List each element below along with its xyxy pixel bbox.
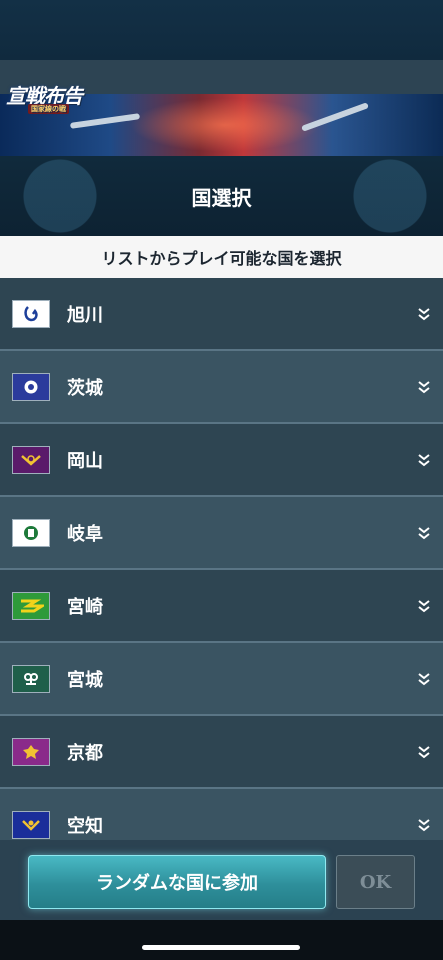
chevron-down-icon[interactable] bbox=[418, 599, 430, 613]
ibaraki-flag-icon bbox=[12, 372, 50, 401]
country-list[interactable]: 旭川 茨城 岡山 岐阜 宮崎 宮城 京都 空知 bbox=[0, 278, 443, 840]
game-logo: 宣戦布告 国家線の戦 bbox=[6, 80, 86, 114]
chevron-down-icon[interactable] bbox=[418, 818, 430, 832]
page-title: 国選択 bbox=[191, 185, 252, 210]
country-row-miyagi[interactable]: 宮城 bbox=[0, 643, 443, 716]
country-row-okayama[interactable]: 岡山 bbox=[0, 424, 443, 497]
home-indicator-area bbox=[0, 920, 443, 960]
country-row-gifu[interactable]: 岐阜 bbox=[0, 497, 443, 570]
chevron-down-icon[interactable] bbox=[418, 453, 430, 467]
gifu-flag-icon bbox=[12, 518, 50, 547]
status-bar bbox=[0, 0, 443, 60]
country-row-ibaraki[interactable]: 茨城 bbox=[0, 351, 443, 424]
kyoto-flag-icon bbox=[12, 737, 50, 766]
miyazaki-flag-icon bbox=[12, 591, 50, 620]
country-name: 旭川 bbox=[67, 304, 103, 326]
instruction-text: リストからプレイ可能な国を選択 bbox=[101, 249, 342, 268]
home-indicator[interactable] bbox=[142, 945, 300, 950]
country-row-miyazaki[interactable]: 宮崎 bbox=[0, 570, 443, 643]
random-join-button[interactable]: ランダムな国に参加 bbox=[28, 855, 326, 909]
asahikawa-flag-icon bbox=[12, 299, 50, 328]
country-name: 空知 bbox=[67, 815, 103, 837]
map-glow bbox=[130, 98, 320, 152]
sorachi-flag-icon bbox=[12, 810, 50, 839]
country-name: 京都 bbox=[67, 742, 103, 764]
country-name: 宮城 bbox=[67, 669, 103, 691]
chevron-down-icon[interactable] bbox=[418, 307, 430, 321]
title-area: 国選択 bbox=[0, 156, 443, 236]
logo-subtext: 国家線の戦 bbox=[28, 104, 69, 114]
instruction-bar: リストからプレイ可能な国を選択 bbox=[0, 236, 443, 278]
chevron-down-icon[interactable] bbox=[418, 380, 430, 394]
country-name: 岡山 bbox=[67, 450, 103, 472]
country-row-kyoto[interactable]: 京都 bbox=[0, 716, 443, 789]
miyagi-flag-icon bbox=[12, 664, 50, 693]
okayama-flag-icon bbox=[12, 445, 50, 474]
country-row-asahikawa[interactable]: 旭川 bbox=[0, 278, 443, 351]
ok-button[interactable]: OK bbox=[336, 855, 415, 909]
chevron-down-icon[interactable] bbox=[418, 745, 430, 759]
country-name: 茨城 bbox=[67, 377, 103, 399]
bottom-action-bar: ランダムな国に参加 OK bbox=[0, 840, 443, 920]
chevron-down-icon[interactable] bbox=[418, 526, 430, 540]
country-name: 岐阜 bbox=[67, 523, 103, 545]
country-name: 宮崎 bbox=[67, 596, 103, 618]
country-row-sorachi[interactable]: 空知 bbox=[0, 789, 443, 840]
chevron-down-icon[interactable] bbox=[418, 672, 430, 686]
